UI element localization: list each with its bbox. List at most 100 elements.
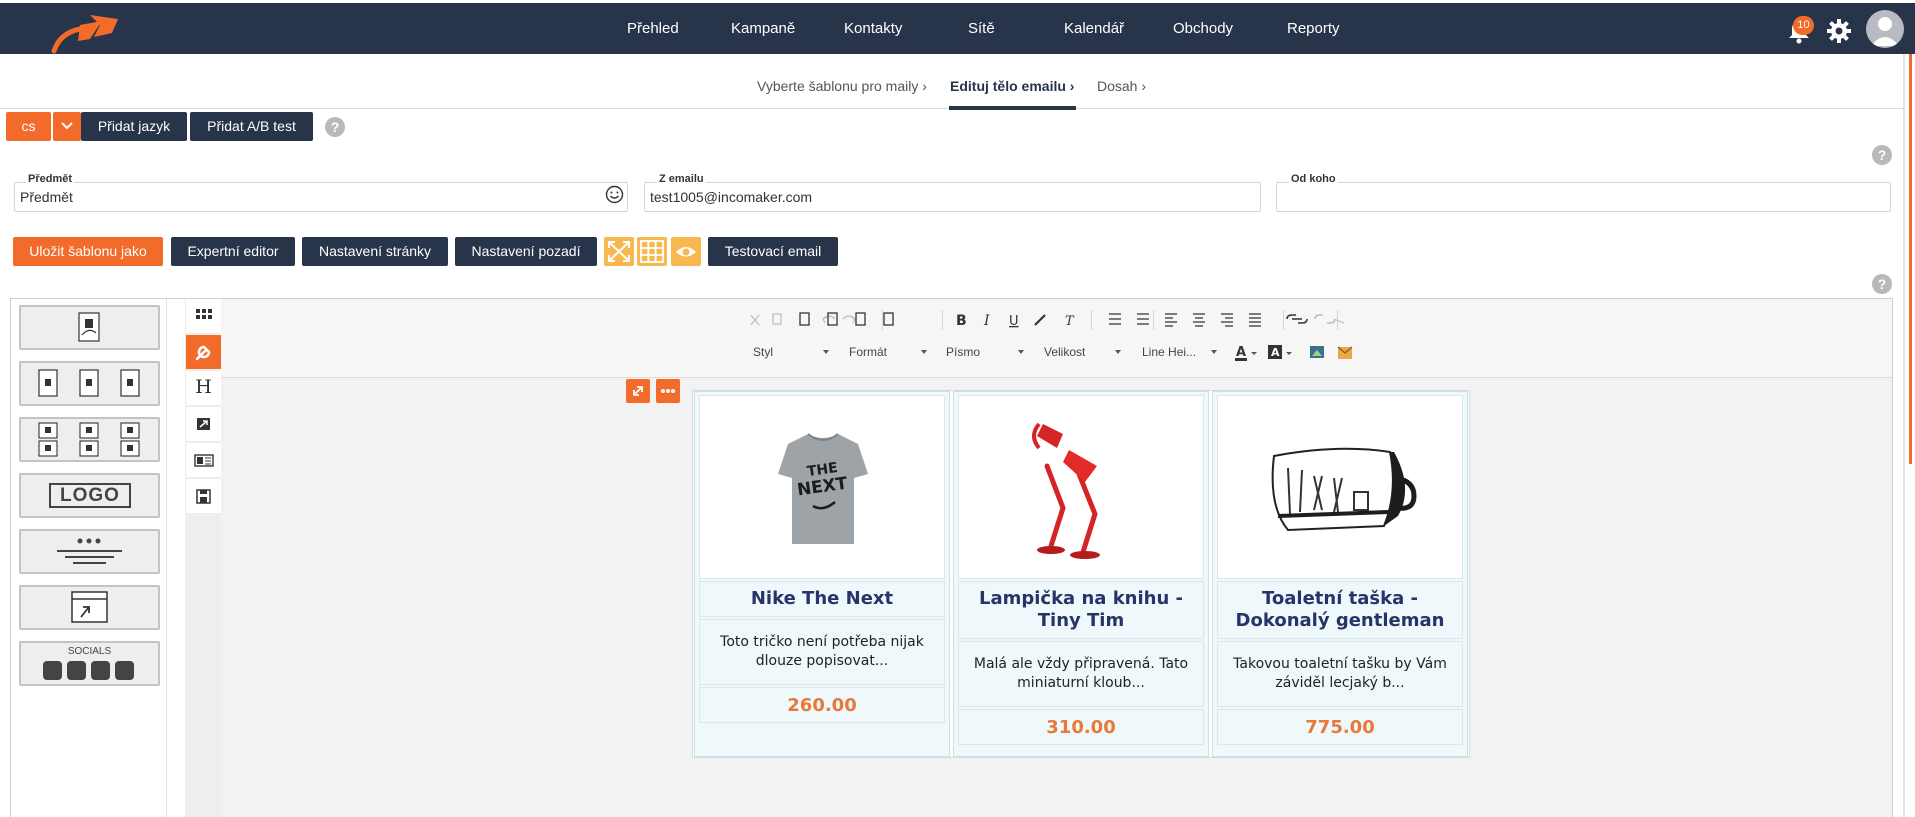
page-settings-button[interactable]: Nastavení stránky: [302, 237, 448, 266]
toolbar-color-row: A A: [1235, 345, 1353, 361]
fullscreen-toggle[interactable]: [604, 237, 634, 266]
button-block-icon: [71, 591, 108, 623]
format-dropdown[interactable]: Formát: [849, 341, 929, 363]
breadcrumb-step-reach[interactable]: Dosah ›: [1097, 78, 1146, 94]
toolbar-separator: [1283, 310, 1284, 330]
tool-save[interactable]: [186, 479, 221, 513]
block-logo[interactable]: LOGO: [19, 473, 160, 518]
product-card[interactable]: Lampička na knihu - Tiny Tim Malá ale vž…: [953, 391, 1209, 757]
block-resize-button[interactable]: [626, 379, 650, 403]
breadcrumb-step-edit-body[interactable]: Edituj tělo emailu ›: [950, 78, 1074, 94]
product-block[interactable]: THE NEXT Nike The Next Toto tričko není …: [692, 390, 1470, 758]
svg-text:T: T: [1065, 314, 1075, 329]
svg-text:I: I: [983, 313, 990, 329]
toolbar-separator: [882, 310, 883, 330]
product-description[interactable]: Takovou toaletní tašku by Vám záviděl le…: [1217, 641, 1463, 707]
add-language-button[interactable]: Přidat jazyk: [81, 112, 187, 141]
product-card[interactable]: THE NEXT Nike The Next Toto tričko není …: [694, 391, 950, 757]
expert-editor-button[interactable]: Expertní editor: [171, 237, 295, 266]
six-products-block-icon: [38, 422, 140, 457]
wrench-icon: [195, 345, 211, 361]
toiletry-bag-image-icon: [1271, 447, 1417, 532]
more-dots-icon: [661, 389, 675, 393]
size-dropdown[interactable]: Velikost: [1044, 341, 1124, 363]
help-icon-fields[interactable]: ?: [1872, 145, 1892, 165]
from-name-input[interactable]: [1276, 182, 1891, 212]
nav-item-prehled[interactable]: Přehled: [627, 3, 679, 54]
desk-lamp-image-icon: [1032, 422, 1100, 559]
user-avatar[interactable]: [1866, 10, 1904, 48]
product-description[interactable]: Malá ale vždy připravená. Tato miniaturn…: [958, 641, 1204, 707]
product-description[interactable]: Toto tričko není potřeba nijak dlouze po…: [699, 619, 945, 685]
background-settings-button[interactable]: Nastavení pozadí: [455, 237, 597, 266]
subject-input[interactable]: [14, 182, 628, 212]
from-name-label: Od koho: [1289, 173, 1338, 185]
block-button[interactable]: [19, 585, 160, 630]
product-price[interactable]: 260.00: [699, 687, 945, 723]
toolbar-separator: [942, 310, 943, 330]
text-color-icon: A: [1236, 345, 1246, 360]
test-email-button[interactable]: Testovací email: [708, 237, 838, 266]
product-title[interactable]: Nike The Next: [699, 581, 945, 617]
nav-item-obchody[interactable]: Obchody: [1173, 3, 1233, 54]
add-ab-test-button[interactable]: Přidat A/B test: [190, 112, 313, 141]
product-image[interactable]: [958, 395, 1204, 579]
line-height-dropdown[interactable]: Line Hei...: [1142, 341, 1222, 363]
chevron-down-icon: [61, 122, 73, 130]
from-email-input[interactable]: [644, 182, 1261, 212]
product-card[interactable]: Toaletní taška - Dokonalý gentleman Tako…: [1212, 391, 1468, 757]
page-scrollbar-track[interactable]: [1903, 54, 1905, 817]
heading-h-icon: H: [195, 376, 212, 398]
emoji-smiley-icon[interactable]: [605, 185, 624, 204]
preview-toggle[interactable]: [671, 237, 701, 266]
toolbar-separator: [1091, 310, 1092, 330]
gear-icon[interactable]: [1826, 18, 1852, 44]
save-template-as-button[interactable]: Uložit šablonu jako: [13, 237, 163, 266]
nav-item-site[interactable]: Sítě: [968, 3, 995, 54]
language-dropdown-toggle[interactable]: [53, 112, 81, 141]
socials-block-label: SOCIALS: [67, 646, 112, 657]
nav-item-kampane[interactable]: Kampaně: [731, 3, 795, 54]
logo-block-label: LOGO: [49, 483, 131, 508]
product-price[interactable]: 310.00: [958, 709, 1204, 745]
nav-item-reporty[interactable]: Reporty: [1287, 3, 1340, 54]
grid-toggle[interactable]: [637, 237, 667, 266]
block-socials[interactable]: SOCIALS: [19, 641, 160, 686]
block-more-button[interactable]: [656, 379, 680, 403]
block-three-products[interactable]: [19, 361, 160, 406]
product-title[interactable]: Toaletní taška - Dokonalý gentleman: [1217, 581, 1463, 639]
cut-icon: [750, 314, 760, 326]
tool-heading[interactable]: H: [186, 371, 221, 405]
style-dropdown[interactable]: Styl: [753, 341, 833, 363]
block-single-product[interactable]: [19, 305, 160, 350]
nav-item-kalendar[interactable]: Kalendář: [1064, 3, 1124, 54]
product-title[interactable]: Lampička na knihu - Tiny Tim: [958, 581, 1204, 639]
three-products-block-icon: [38, 369, 140, 397]
toolbar-separator: [1337, 310, 1338, 330]
tool-image[interactable]: [186, 407, 221, 441]
apps-grid-icon: [196, 309, 212, 319]
product-image[interactable]: THE NEXT: [699, 395, 945, 579]
svg-text:U: U: [1009, 314, 1019, 329]
language-select-button[interactable]: cs: [6, 112, 51, 141]
tool-layout[interactable]: [186, 443, 221, 477]
help-icon[interactable]: ?: [325, 117, 345, 137]
tool-settings[interactable]: [186, 335, 221, 369]
nav-item-kontakty[interactable]: Kontakty: [844, 3, 902, 54]
text-block-icon: [57, 538, 122, 564]
page-scrollbar-thumb[interactable]: [1909, 54, 1912, 464]
subject-label: Předmět: [26, 173, 75, 185]
breadcrumb-step-template[interactable]: Vyberte šablonu pro maily ›: [757, 78, 927, 94]
floppy-disk-icon: [196, 489, 211, 504]
wizard-breadcrumb: Vyberte šablonu pro maily › Edituj tělo …: [0, 54, 1905, 110]
product-image[interactable]: [1217, 395, 1463, 579]
app-root: Přehled Kampaně Kontakty Sítě Kalendář O…: [0, 0, 1915, 817]
block-six-products[interactable]: [19, 417, 160, 462]
toolbar-icons-row: B I U T: [750, 312, 1345, 329]
help-icon-editor[interactable]: ?: [1872, 274, 1892, 294]
product-price[interactable]: 775.00: [1217, 709, 1463, 745]
font-dropdown[interactable]: Písmo: [946, 341, 1026, 363]
block-text[interactable]: [19, 529, 160, 574]
tool-blocks[interactable]: [186, 299, 221, 333]
brand-logo-icon[interactable]: [50, 11, 122, 57]
